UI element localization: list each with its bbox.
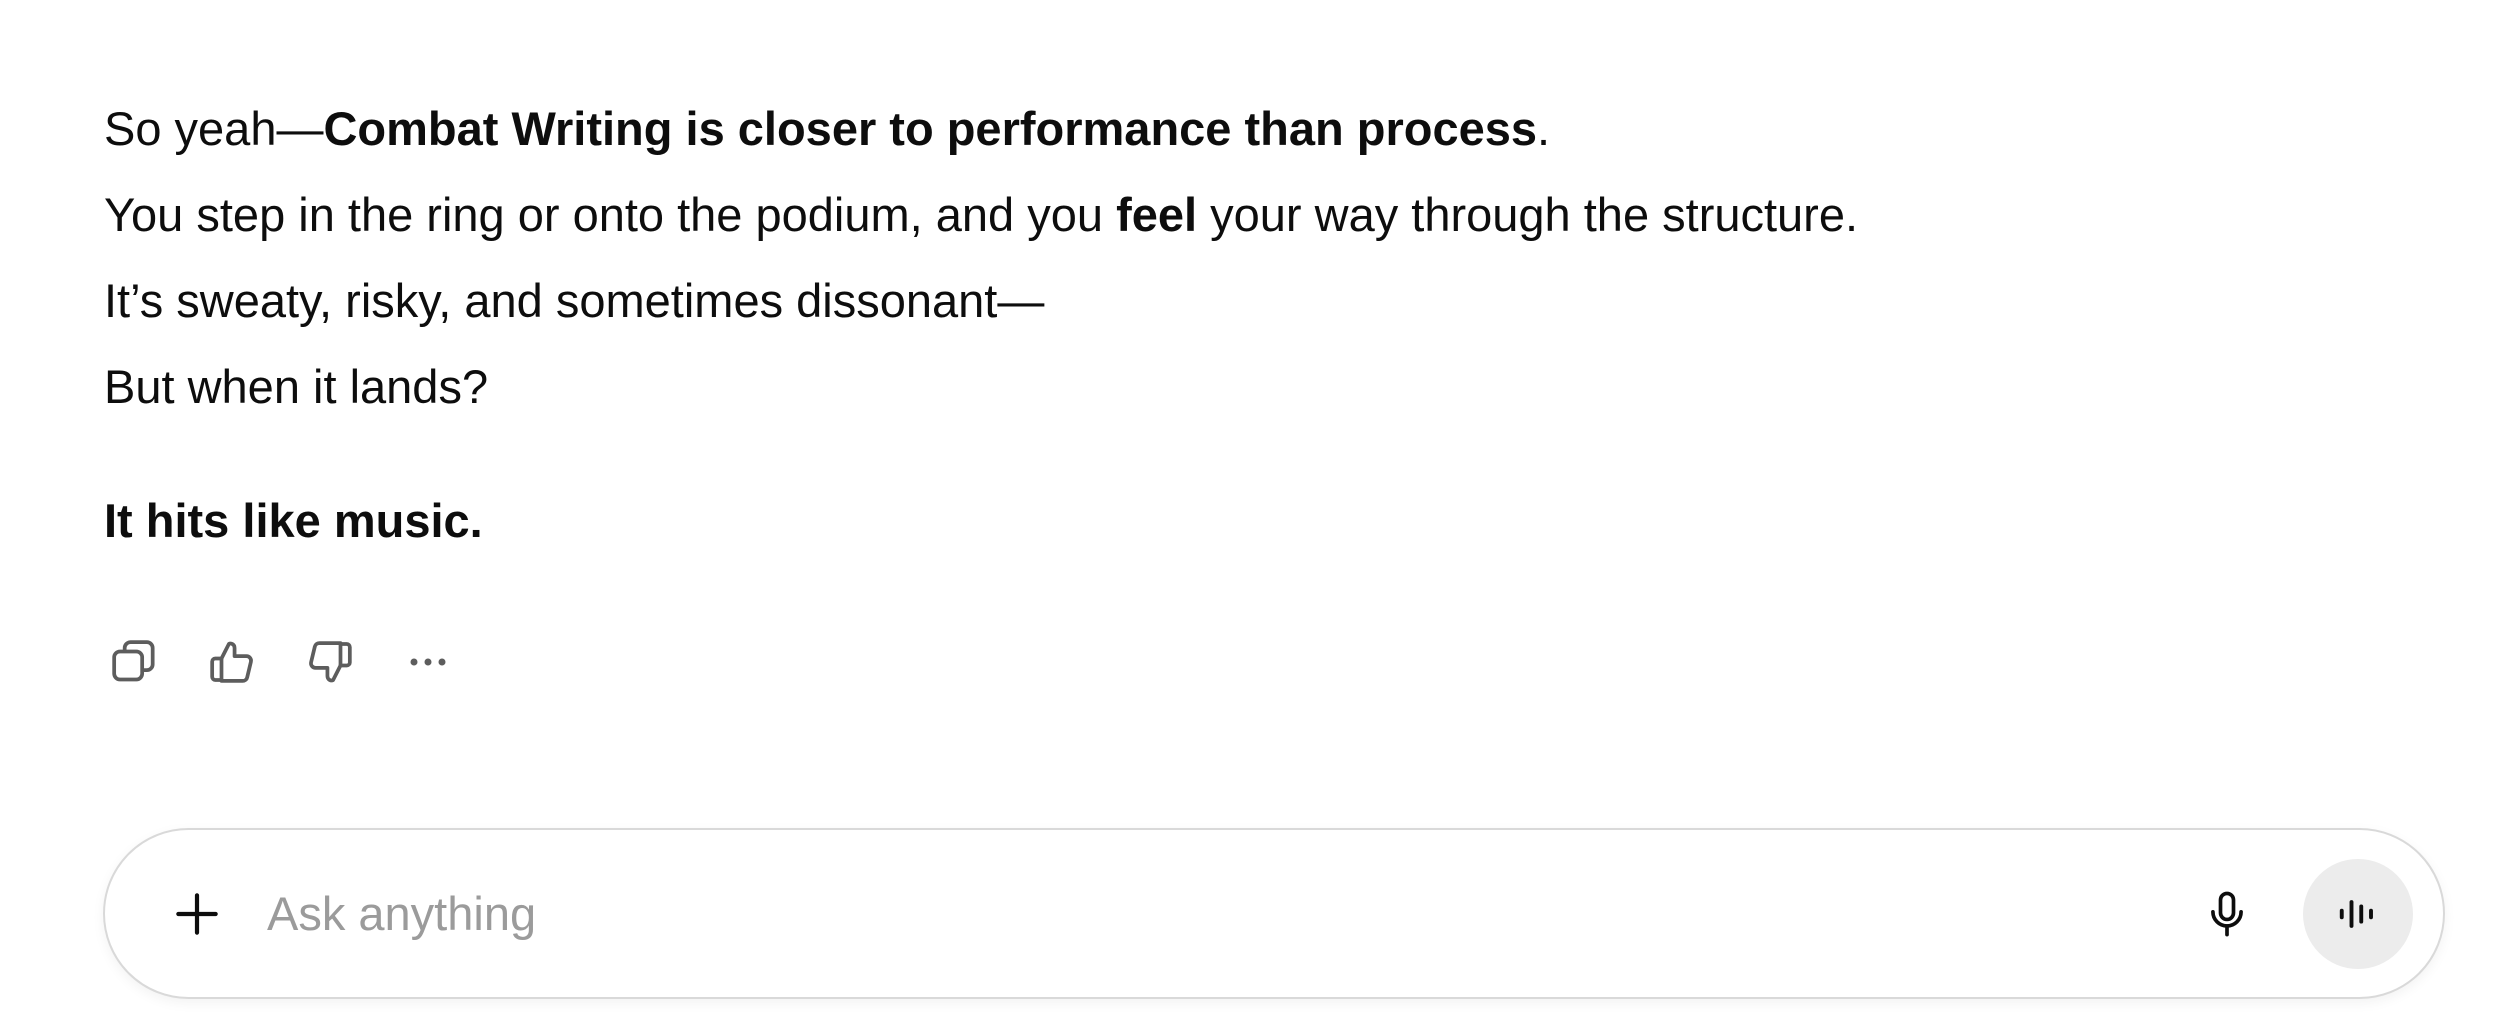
- message-bold-text: It hits like music.: [104, 494, 483, 547]
- message-line: But when it lands?: [104, 344, 2404, 430]
- message-actions: [96, 624, 466, 700]
- message-bold-text: feel: [1116, 188, 1198, 241]
- message-text: your way through the structure.: [1197, 188, 1859, 241]
- voice-waveform-icon: [2339, 899, 2373, 928]
- add-attachment-button[interactable]: [157, 874, 237, 954]
- message-line: It hits like music.: [104, 478, 2404, 564]
- copy-icon: [112, 640, 155, 682]
- copy-button[interactable]: [96, 624, 172, 700]
- more-options-button[interactable]: [390, 624, 466, 700]
- thumbs-up-button[interactable]: [194, 624, 270, 700]
- message-line: It’s sweaty, risky, and sometimes disson…: [104, 258, 2404, 344]
- thumbs-down-icon: [309, 641, 352, 683]
- voice-mode-button[interactable]: [2303, 858, 2413, 969]
- message-text: You step in the ring or onto the podium,…: [104, 188, 1117, 241]
- message-text: But when it lands?: [104, 360, 489, 413]
- message-bold-text: Combat Writing is closer to performance …: [323, 102, 1538, 155]
- message-text: It’s sweaty, risky, and sometimes disson…: [104, 274, 1045, 327]
- plus-icon: [176, 892, 218, 935]
- thumbs-down-button[interactable]: [292, 624, 368, 700]
- prompt-composer: [103, 828, 2445, 999]
- prompt-input[interactable]: [267, 873, 2167, 954]
- dictate-button[interactable]: [2189, 876, 2265, 952]
- thumbs-up-icon: [210, 641, 253, 683]
- message-text: .: [1537, 102, 1551, 155]
- microphone-icon: [2211, 891, 2243, 936]
- assistant-message: So yeah—Combat Writing is closer to perf…: [104, 86, 2404, 564]
- message-text: So yeah—: [104, 102, 324, 155]
- message-line: You step in the ring or onto the podium,…: [104, 172, 2404, 258]
- more-horizontal-icon: [410, 658, 446, 666]
- message-line: So yeah—Combat Writing is closer to perf…: [104, 86, 2404, 172]
